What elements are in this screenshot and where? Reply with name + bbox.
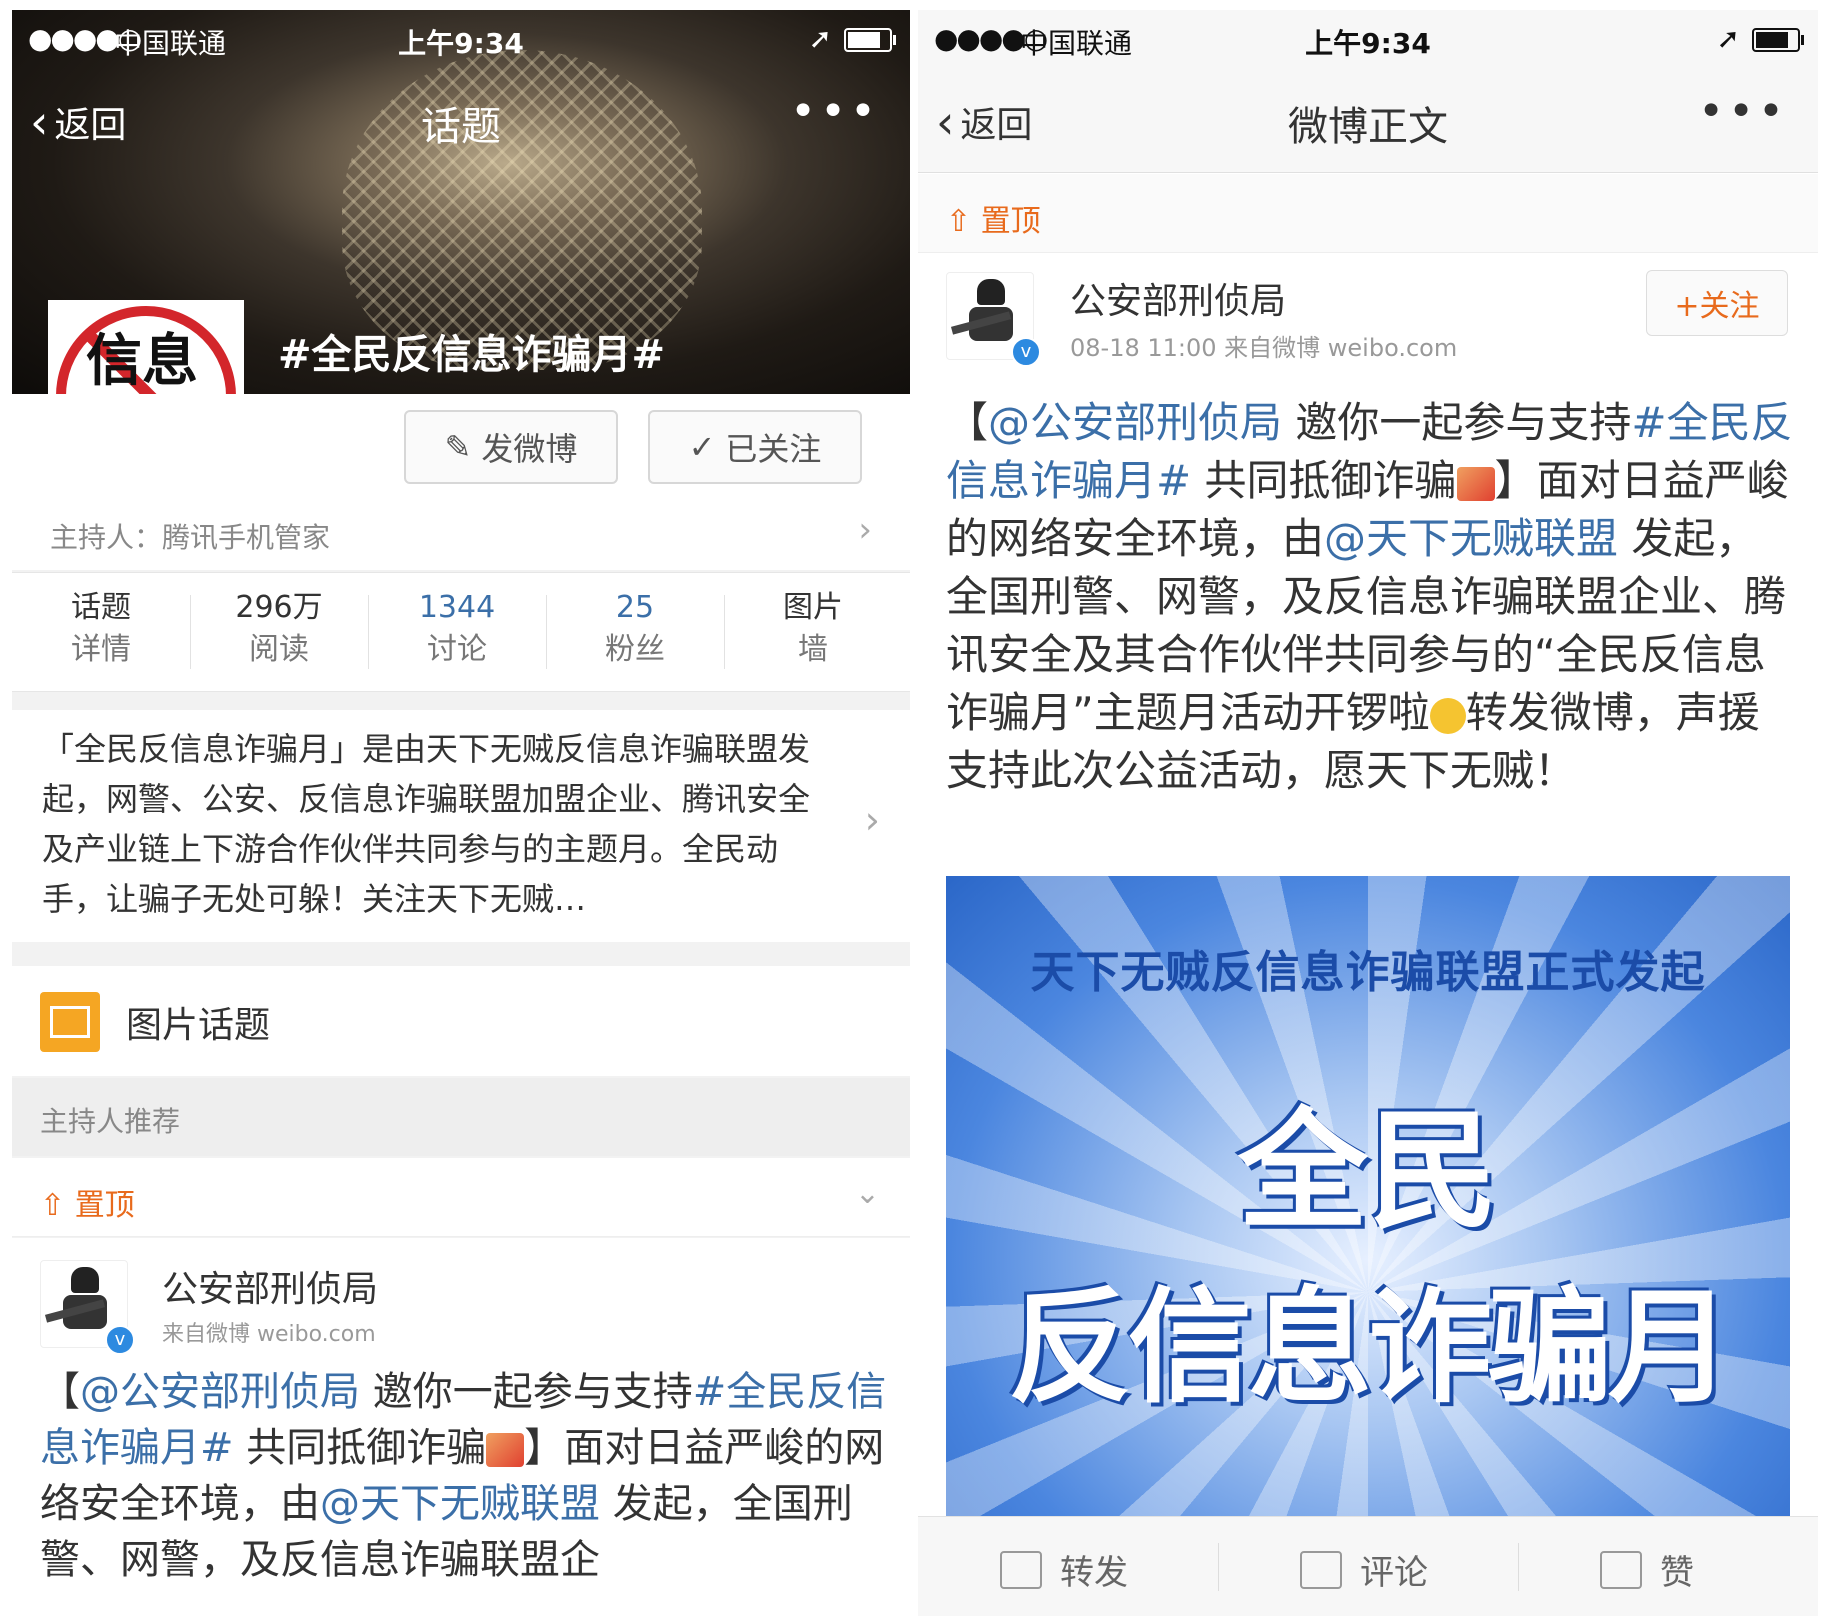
stat-reads[interactable]: 296万阅读 bbox=[190, 587, 368, 671]
topic-page-screen: ●●●●○ 中国联通 上午9:34 ➚ ‹ 返回 话题 ••• #全民反信息诈骗月… bbox=[12, 10, 910, 1616]
host-row[interactable]: 主持人：腾讯手机管家 › bbox=[12, 494, 910, 570]
stat-photo-wall[interactable]: 图片墙 bbox=[724, 587, 902, 671]
followed-button[interactable]: ✓ 已关注 bbox=[648, 410, 862, 484]
chevron-down-icon[interactable]: ⌄ bbox=[855, 1176, 880, 1211]
post-detail-screen: ●●●●○ 中国联通 上午9:34 ➚ ‹ 返回 微博正文 ••• ⇧ 置顶 v … bbox=[918, 10, 1818, 1616]
mention-link[interactable]: @天下无贼联盟 bbox=[1324, 514, 1618, 563]
page-title: 微博正文 bbox=[1288, 104, 1448, 150]
battery-icon bbox=[1752, 28, 1804, 52]
pinned-label: 置顶 bbox=[74, 1188, 135, 1223]
pinned-row[interactable]: ⇧ 置顶 ⌄ bbox=[12, 1158, 910, 1237]
stat-label: 阅读 bbox=[249, 632, 309, 667]
post-source: 来自微博 weibo.com bbox=[162, 1322, 376, 1347]
repost-label: 转发 bbox=[1060, 1553, 1128, 1593]
host-label: 主持人：腾讯手机管家 bbox=[50, 521, 331, 554]
post-label: 发微博 bbox=[481, 430, 578, 468]
status-bar: ●●●●○ 中国联通 上午9:34 ➚ bbox=[12, 10, 910, 66]
avatar[interactable]: v bbox=[40, 1260, 135, 1355]
post-text: 【@公安部刑侦局 邀你一起参与支持#全民反信息诈骗月# 共同抵御诈骗 】面对日益严… bbox=[946, 398, 1793, 795]
verified-icon: v bbox=[1011, 337, 1041, 367]
check-icon: ✓ bbox=[688, 428, 716, 466]
nav-bar: ‹ 返回 话题 ••• bbox=[12, 66, 910, 172]
topic-hashtag-title: #全民反信息诈骗月# bbox=[278, 332, 666, 378]
header: ●●●●○ 中国联通 上午9:34 ➚ ‹ 返回 微博正文 ••• bbox=[918, 10, 1818, 173]
stat-label: 讨论 bbox=[427, 632, 487, 667]
avatar[interactable]: v bbox=[946, 272, 1041, 367]
share-icon bbox=[1000, 1550, 1042, 1589]
stat-label: 粉丝 bbox=[605, 632, 665, 667]
repost-button[interactable]: 转发 bbox=[1000, 1545, 1128, 1594]
stat-fans[interactable]: 25 粉丝 bbox=[546, 587, 724, 671]
poster-title-line1: 全民 bbox=[1237, 1095, 1498, 1247]
location-icon: ➚ bbox=[1716, 22, 1740, 55]
stat-value: 图片 bbox=[783, 590, 843, 625]
weibo-post: v 公安部刑侦局 来自微博 weibo.com 【@公安部刑侦局 邀你一起参与支… bbox=[12, 1238, 910, 1616]
post-action-toolbar: 转发 评论 赞 bbox=[918, 1516, 1818, 1616]
comment-icon bbox=[1300, 1550, 1342, 1589]
clock: 上午9:34 bbox=[398, 27, 524, 60]
stat-value: 296万 bbox=[235, 590, 323, 625]
battery-icon bbox=[844, 28, 896, 52]
verified-icon: v bbox=[105, 1325, 135, 1355]
host-recommend-header: 主持人推荐 bbox=[12, 1078, 910, 1156]
more-options-button[interactable]: ••• bbox=[1698, 86, 1788, 137]
page-title: 话题 bbox=[421, 104, 501, 150]
followed-label: 已关注 bbox=[725, 430, 822, 468]
pinned-text: ⇧ 置顶 bbox=[40, 1180, 135, 1224]
author-name[interactable]: 公安部刑侦局 bbox=[162, 1260, 378, 1312]
mention-link[interactable]: @公安部刑侦局 bbox=[988, 398, 1282, 447]
mention-link[interactable]: @天下无贼联盟 bbox=[320, 1481, 600, 1527]
pinned-text: ⇧ 置顶 bbox=[946, 196, 1041, 240]
like-button[interactable]: 赞 bbox=[1600, 1545, 1694, 1594]
topic-stats: 话题详情 296万阅读 1344 讨论 25 粉丝 图片墙 bbox=[12, 572, 910, 692]
pin-icon: ⇧ bbox=[40, 1188, 75, 1223]
more-options-button[interactable]: ••• bbox=[790, 86, 880, 137]
poster-title-line2: 反信息诈骗月 bbox=[1007, 1276, 1732, 1420]
follow-button[interactable]: +关注 bbox=[1646, 270, 1788, 336]
location-icon: ➚ bbox=[808, 22, 832, 55]
stat-value: 话题 bbox=[71, 590, 131, 625]
pin-icon: ⇧ bbox=[946, 204, 981, 239]
like-label: 赞 bbox=[1660, 1553, 1694, 1593]
post-text: 【@公安部刑侦局 邀你一起参与支持#全民反信息诈骗月# 共同抵御诈骗 】面对日益严… bbox=[40, 1369, 887, 1583]
picture-icon bbox=[40, 992, 100, 1052]
pinned-label: 置顶 bbox=[980, 204, 1041, 239]
post-meta: 08-18 11:00 来自微博 weibo.com bbox=[1070, 334, 1458, 362]
emoji-icon bbox=[486, 1433, 525, 1467]
picture-topic-row[interactable]: 图片话题 bbox=[12, 966, 910, 1076]
comment-label: 评论 bbox=[1360, 1553, 1428, 1593]
description-text: 「全民反信息诈骗月」是由天下无贼反信息诈骗联盟发起，网警、公安、反信息诈骗联盟加… bbox=[42, 730, 811, 918]
emoji-icon bbox=[1429, 697, 1466, 734]
stat-value: 1344 bbox=[418, 590, 496, 625]
recommend-label: 主持人推荐 bbox=[40, 1105, 181, 1138]
compose-icon: ✎ bbox=[444, 428, 472, 466]
comment-button[interactable]: 评论 bbox=[1300, 1545, 1428, 1594]
divider bbox=[1218, 1543, 1219, 1591]
emoji-icon bbox=[1456, 466, 1495, 501]
nav-bar: ‹ 返回 微博正文 ••• bbox=[918, 66, 1818, 172]
topic-description[interactable]: 「全民反信息诈骗月」是由天下无贼反信息诈骗联盟发起，网警、公安、反信息诈骗联盟加… bbox=[12, 710, 910, 942]
pinned-row: ⇧ 置顶 bbox=[918, 174, 1818, 253]
clock: 上午9:34 bbox=[1305, 27, 1431, 60]
post-weibo-button[interactable]: ✎ 发微博 bbox=[404, 410, 618, 484]
divider bbox=[1518, 1543, 1519, 1591]
stat-value: 25 bbox=[615, 590, 655, 625]
poster-headline: 天下无贼反信息诈骗联盟正式发起 bbox=[1030, 947, 1706, 998]
chevron-right-icon: › bbox=[864, 798, 880, 842]
stat-discussions[interactable]: 1344 讨论 bbox=[368, 587, 546, 671]
status-bar: ●●●●○ 中国联通 上午9:34 ➚ bbox=[918, 10, 1818, 66]
author-name[interactable]: 公安部刑侦局 bbox=[1070, 272, 1286, 324]
stat-label: 详情 bbox=[71, 632, 131, 667]
post-image[interactable]: 天下无贼反信息诈骗联盟正式发起 全民 反信息诈骗月 bbox=[946, 876, 1790, 1516]
picture-topic-label: 图片话题 bbox=[126, 1005, 271, 1046]
thumbs-up-icon bbox=[1600, 1550, 1642, 1589]
stat-topic-detail[interactable]: 话题 详情 bbox=[12, 587, 190, 671]
mention-link[interactable]: @公安部刑侦局 bbox=[80, 1369, 360, 1415]
chevron-right-icon: › bbox=[858, 510, 872, 550]
stat-label: 墙 bbox=[798, 632, 828, 667]
